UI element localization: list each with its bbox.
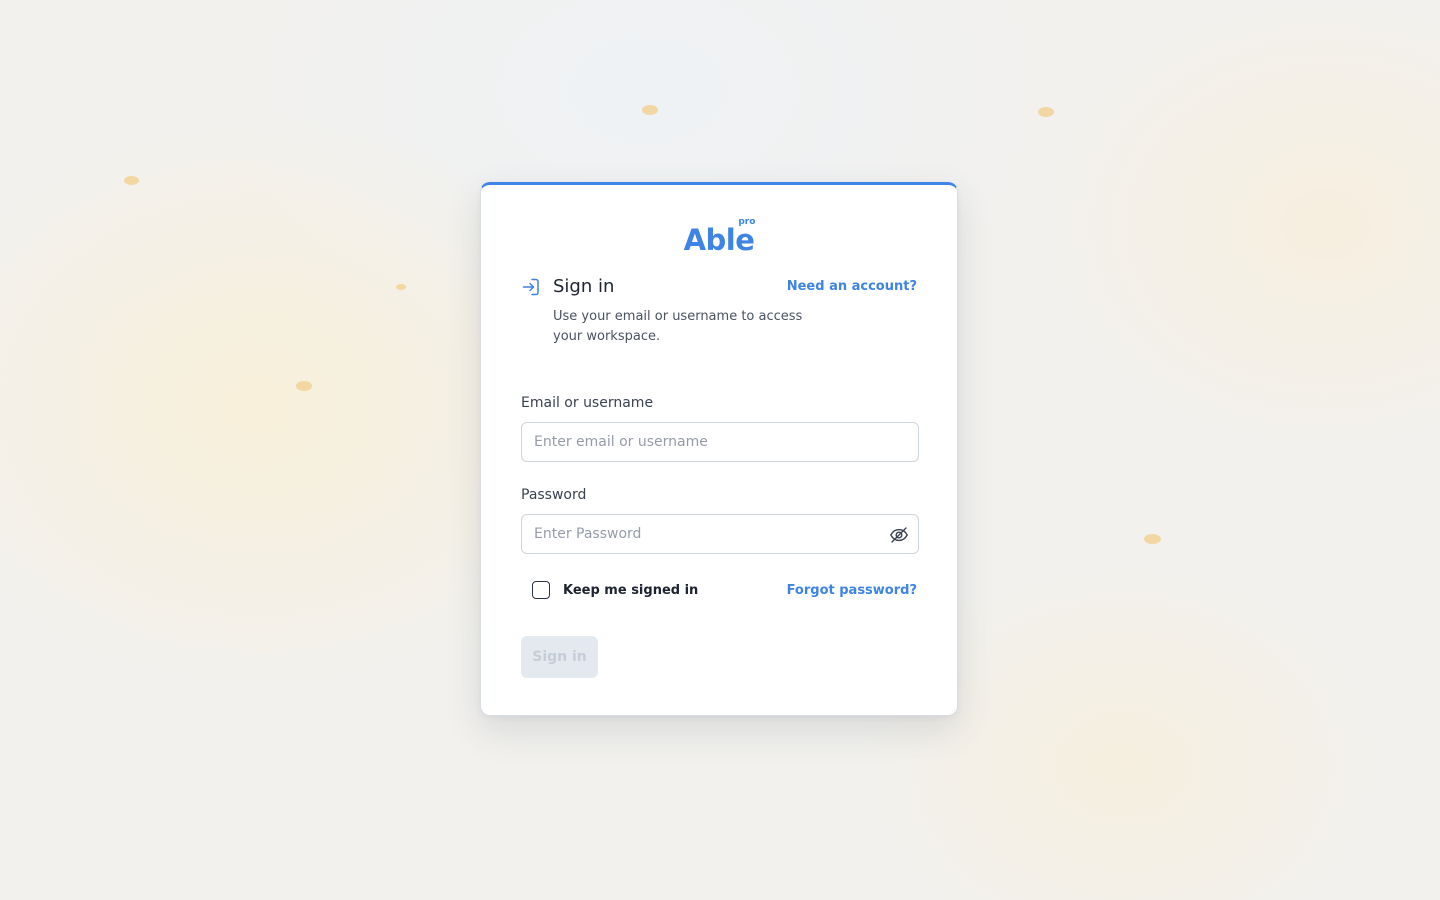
sign-in-button[interactable]: Sign in	[521, 636, 598, 678]
logo-wrap: Able pro	[683, 217, 756, 257]
password-input[interactable]	[521, 514, 919, 554]
forgot-password-link[interactable]: Forgot password?	[787, 583, 917, 598]
email-label: Email or username	[521, 395, 654, 411]
background-dot	[124, 176, 139, 185]
logo-superscript: pro	[738, 217, 756, 227]
background-dot	[1038, 107, 1054, 117]
page-title: Sign in	[553, 276, 615, 297]
background-dot	[296, 381, 312, 391]
page-subtitle: Use your email or username to access you…	[553, 309, 803, 344]
background-dot	[1144, 534, 1161, 544]
password-label: Password	[521, 487, 587, 503]
background-dot	[396, 284, 406, 290]
login-arrow-icon	[521, 277, 541, 297]
keep-signed-in-label[interactable]: Keep me signed in	[563, 583, 698, 598]
logo-text: Able	[683, 223, 755, 257]
keep-signed-in-checkbox[interactable]	[532, 581, 550, 599]
brand-logo: Able pro	[481, 217, 957, 263]
sign-in-card: Able pro Sign in Need an account? Use yo…	[480, 182, 958, 716]
background-dot	[642, 105, 658, 115]
eye-off-icon[interactable]	[889, 525, 909, 545]
need-account-link[interactable]: Need an account?	[787, 279, 917, 294]
email-input[interactable]	[521, 422, 919, 462]
